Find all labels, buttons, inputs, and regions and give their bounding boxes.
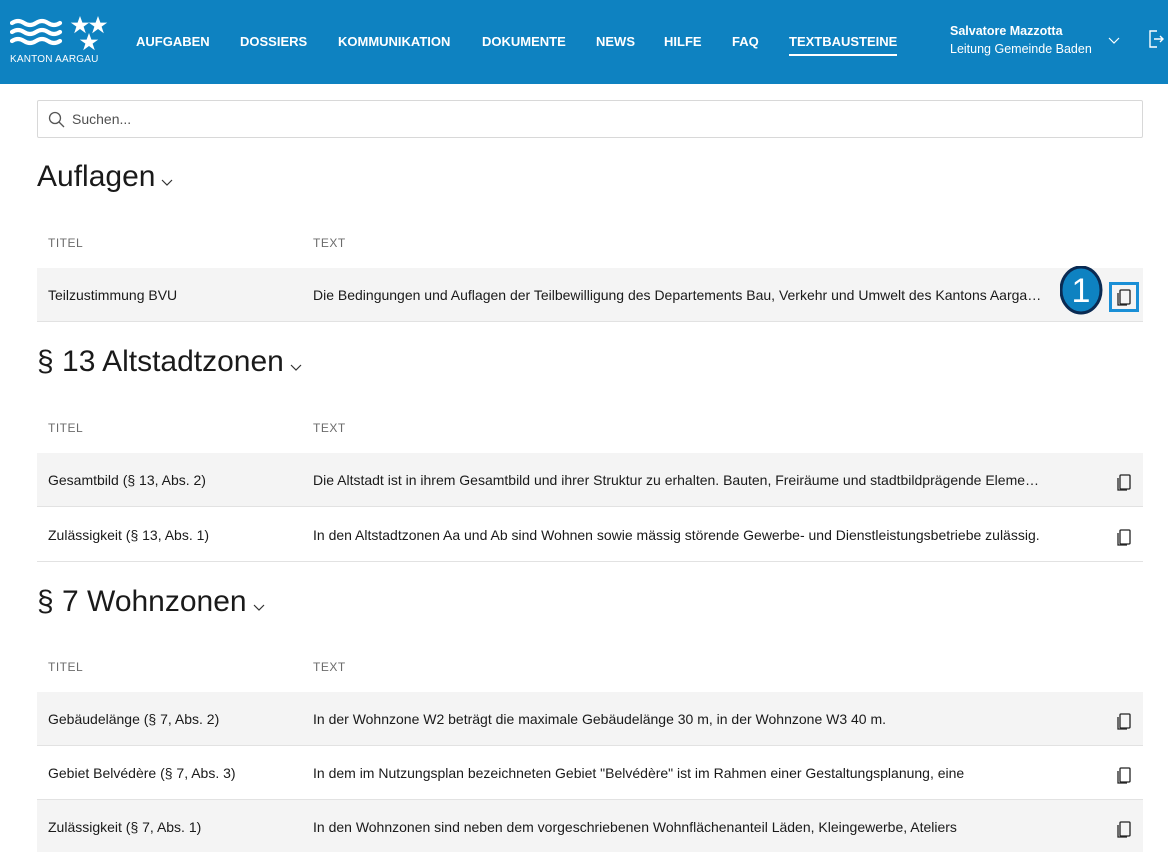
search-icon bbox=[48, 111, 65, 133]
table-row: Gesamtbild (§ 13, Abs. 2) Die Altstadt i… bbox=[37, 453, 1143, 507]
row-text: Die Bedingungen und Auflagen der Teilbew… bbox=[313, 287, 1043, 303]
chevron-down-icon bbox=[253, 586, 265, 620]
column-header-titel: TITEL bbox=[48, 421, 84, 435]
row-title: Gesamtbild (§ 13, Abs. 2) bbox=[48, 472, 206, 488]
copy-button[interactable] bbox=[1109, 522, 1139, 552]
row-text: In den Wohnzonen sind neben dem vorgesch… bbox=[313, 819, 957, 835]
user-name: Salvatore Mazzotta bbox=[950, 24, 1063, 38]
column-header-titel: TITEL bbox=[48, 660, 84, 674]
nav-item-aufgaben[interactable]: AUFGABEN bbox=[136, 34, 210, 49]
chevron-down-icon bbox=[161, 161, 173, 195]
table-row: Zulässigkeit (§ 13, Abs. 1) In den Altst… bbox=[37, 508, 1143, 562]
row-text: In dem im Nutzungsplan bezeichneten Gebi… bbox=[313, 765, 965, 781]
search-input[interactable] bbox=[72, 101, 1132, 137]
row-title: Zulässigkeit (§ 13, Abs. 1) bbox=[48, 527, 210, 543]
row-text: In der Wohnzone W2 beträgt die maximale … bbox=[313, 711, 887, 727]
column-header-titel: TITEL bbox=[48, 236, 84, 250]
top-navigation-bar: KANTON AARGAU AUFGABEN DOSSIERS KOMMUNIK… bbox=[0, 0, 1168, 84]
kanton-aargau-logo[interactable] bbox=[9, 14, 120, 76]
row-title: Zulässigkeit (§ 7, Abs. 1) bbox=[48, 819, 202, 835]
table-row: Gebäudelänge (§ 7, Abs. 2) In der Wohnzo… bbox=[37, 692, 1143, 746]
nav-item-textbausteine[interactable]: TEXTBAUSTEINE bbox=[789, 34, 898, 56]
section-title-wohnzonen[interactable]: § 7 Wohnzonen bbox=[37, 585, 265, 620]
table-row: Zulässigkeit (§ 7, Abs. 1) In den Wohnzo… bbox=[37, 800, 1143, 852]
row-text: In den Altstadtzonen Aa und Ab sind Wohn… bbox=[313, 527, 1040, 543]
copy-icon bbox=[1117, 712, 1131, 730]
chevron-down-icon bbox=[290, 346, 302, 380]
section-title-auflagen[interactable]: Auflagen bbox=[37, 160, 173, 195]
aargau-emblem-icon bbox=[9, 16, 108, 51]
copy-button[interactable] bbox=[1109, 282, 1139, 312]
column-header-text: TEXT bbox=[313, 421, 346, 435]
row-text: Die Altstadt ist in ihrem Gesamtbild und… bbox=[313, 472, 1043, 488]
section-title-text: § 7 Wohnzonen bbox=[37, 585, 247, 618]
logout-icon[interactable] bbox=[1148, 30, 1164, 53]
nav-item-dokumente[interactable]: DOKUMENTE bbox=[482, 34, 566, 49]
column-header-text: TEXT bbox=[313, 660, 346, 674]
row-title: Gebiet Belvédère (§ 7, Abs. 3) bbox=[48, 765, 236, 781]
copy-icon bbox=[1117, 820, 1131, 838]
nav-item-faq[interactable]: FAQ bbox=[732, 34, 759, 49]
annotation-marker: 1 bbox=[1059, 265, 1106, 316]
logo-text: KANTON AARGAU bbox=[10, 54, 99, 65]
nav-item-news[interactable]: NEWS bbox=[596, 34, 635, 49]
copy-icon bbox=[1117, 766, 1131, 784]
annotation-marker-label: 1 bbox=[1072, 272, 1091, 310]
copy-button[interactable] bbox=[1109, 467, 1139, 497]
user-menu[interactable]: Salvatore Mazzotta Leitung Gemeinde Bade… bbox=[950, 24, 1092, 56]
row-title: Teilzustimmung BVU bbox=[48, 287, 178, 303]
section-title-text: Auflagen bbox=[37, 160, 156, 193]
nav-item-dossiers[interactable]: DOSSIERS bbox=[240, 34, 307, 49]
row-title: Gebäudelänge (§ 7, Abs. 2) bbox=[48, 711, 220, 727]
chevron-down-icon[interactable] bbox=[1108, 32, 1120, 50]
section-title-text: § 13 Altstadtzonen bbox=[37, 345, 284, 378]
nav-item-kommunikation[interactable]: KOMMUNIKATION bbox=[338, 34, 450, 49]
table-row: Teilzustimmung BVU Die Bedingungen und A… bbox=[37, 268, 1143, 322]
copy-icon bbox=[1117, 288, 1131, 306]
user-role: Leitung Gemeinde Baden bbox=[950, 42, 1092, 56]
table-row: Gebiet Belvédère (§ 7, Abs. 3) In dem im… bbox=[37, 746, 1143, 800]
column-header-text: TEXT bbox=[313, 236, 346, 250]
copy-button[interactable] bbox=[1109, 706, 1139, 736]
copy-button[interactable] bbox=[1109, 814, 1139, 844]
copy-button[interactable] bbox=[1109, 760, 1139, 790]
copy-icon bbox=[1117, 528, 1131, 546]
search-box bbox=[37, 100, 1143, 138]
nav-item-hilfe[interactable]: HILFE bbox=[664, 34, 702, 49]
copy-icon bbox=[1117, 473, 1131, 491]
section-title-altstadtzonen[interactable]: § 13 Altstadtzonen bbox=[37, 345, 302, 380]
